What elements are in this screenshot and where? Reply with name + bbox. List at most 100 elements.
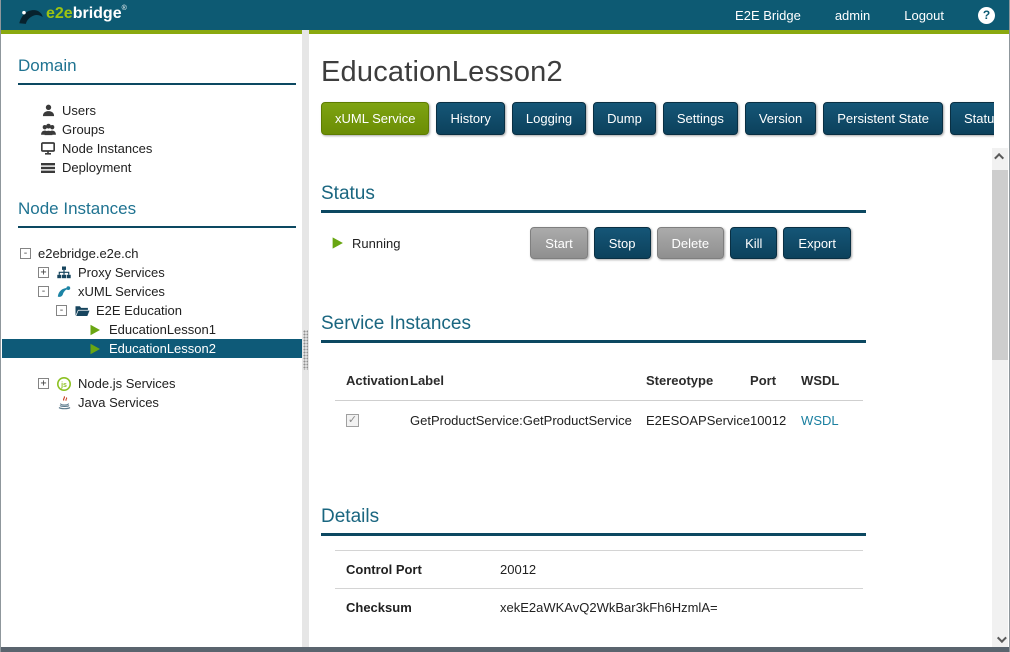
collapse-icon[interactable]: -	[38, 286, 49, 297]
sidebar-item-label: Groups	[62, 122, 105, 137]
sidebar-item-deployment[interactable]: Deployment	[2, 158, 302, 177]
service-state-label: Running	[352, 235, 401, 251]
sidebar-item-users[interactable]: Users	[2, 101, 302, 120]
top-nav: E2E Bridge admin Logout ?	[735, 6, 1009, 24]
user-menu[interactable]: admin	[835, 8, 870, 23]
chevron-down-icon	[996, 632, 1007, 643]
main-content: EducationLesson2 xUML Service History Lo…	[309, 34, 994, 647]
status-section-heading: Status	[321, 183, 866, 213]
tree-node-proxy-services[interactable]: + Proxy Services	[2, 263, 302, 282]
running-play-icon	[332, 237, 343, 249]
user-icon	[40, 104, 56, 118]
scroll-down-button[interactable]	[992, 631, 1008, 647]
expand-icon[interactable]: +	[38, 378, 49, 389]
app-window: e2ebridge® E2E Bridge admin Logout ? Dom…	[0, 0, 1010, 652]
logo-text-bridge: bridge	[72, 4, 122, 22]
activation-checkbox[interactable]: ✓	[346, 414, 359, 427]
domain-heading-rule	[18, 83, 296, 85]
tab-logging[interactable]: Logging	[511, 102, 587, 135]
delete-button[interactable]: Delete	[656, 227, 725, 259]
details-row: Checksum xekE2aWKAvQ2WkBar3kFh6HzmlA=	[335, 588, 863, 626]
stereotype-cell: E2ESOAPService	[646, 400, 751, 434]
tab-history[interactable]: History	[436, 102, 505, 135]
sidebar-item-label: Node Instances	[62, 141, 153, 156]
port-cell: 10012	[750, 400, 802, 434]
tab-persistent-state[interactable]: Persistent State	[823, 102, 943, 135]
tree-node-label: E2E Education	[96, 303, 183, 318]
tree-node-label: Proxy Services	[78, 265, 165, 280]
service-instances-heading: Service Instances	[321, 313, 866, 343]
sidebar-item-label: Users	[62, 103, 96, 118]
service-state: Running	[331, 236, 400, 251]
tree-node-label: xUML Services	[78, 284, 165, 299]
chevron-up-icon	[993, 152, 1004, 163]
xuml-icon	[56, 285, 72, 299]
tree-node-label: Node.js Services	[78, 376, 176, 391]
sidebar-item-node-instances[interactable]: Node Instances	[2, 139, 302, 158]
kill-button[interactable]: Kill	[730, 227, 778, 259]
nodejs-icon: js	[56, 376, 72, 391]
e2ebridge-logo: e2ebridge®	[19, 5, 127, 26]
service-instances-table: Activation Label Stereotype Port WSDL ✓ …	[335, 367, 863, 434]
scrollbar-thumb[interactable]	[992, 170, 1008, 360]
logout-link[interactable]: Logout	[904, 8, 944, 23]
export-button[interactable]: Export	[783, 227, 851, 259]
folder-open-icon	[74, 304, 90, 318]
wsdl-link[interactable]: WSDL	[801, 413, 839, 428]
tab-status[interactable]: Status	[950, 102, 994, 135]
tree-node-label: EducationLesson1	[109, 322, 216, 337]
tree-node-educationlesson1[interactable]: EducationLesson1	[2, 320, 302, 339]
logo-registered-mark: ®	[121, 4, 127, 12]
tab-bar: xUML Service History Logging Dump Settin…	[321, 102, 994, 135]
tab-dump[interactable]: Dump	[593, 102, 656, 135]
tree-node-e2e-education[interactable]: - E2E Education	[2, 301, 302, 320]
column-port: Port	[750, 373, 777, 388]
tree-node-educationlesson2-selected[interactable]: EducationLesson2	[2, 339, 302, 358]
help-icon[interactable]: ?	[978, 6, 995, 24]
divider-grip-icon[interactable]	[303, 330, 308, 370]
stop-button[interactable]: Stop	[593, 227, 651, 259]
vertical-scrollbar[interactable]	[992, 148, 1008, 647]
sidebar-item-groups[interactable]: Groups	[2, 120, 302, 139]
play-icon	[87, 323, 103, 337]
details-table: Control Port 20012 Checksum xekE2aWKAvQ2…	[335, 550, 863, 626]
page-title: EducationLesson2	[321, 56, 563, 88]
detail-label: Control Port	[335, 550, 500, 589]
domain-menu: Users Groups Node Instances Deployment	[2, 101, 302, 177]
svg-text:js: js	[60, 381, 67, 388]
tab-xuml-service[interactable]: xUML Service	[321, 102, 430, 135]
table-row: ✓ GetProductService:GetProductService E2…	[335, 400, 863, 434]
column-activation: Activation	[346, 373, 409, 388]
details-heading: Details	[321, 506, 866, 536]
detail-label: Checksum	[335, 588, 500, 626]
tree-node-nodejs-services[interactable]: + js Node.js Services	[2, 374, 302, 393]
column-stereotype: Stereotype	[646, 373, 714, 388]
column-wsdl: WSDL	[801, 373, 840, 388]
sidebar-item-label: Deployment	[62, 160, 132, 175]
collapse-icon[interactable]: -	[20, 248, 31, 259]
tab-version[interactable]: Version	[744, 102, 817, 135]
tree-node-root[interactable]: - e2ebridge.e2e.ch	[2, 244, 302, 263]
service-label-cell: GetProductService:GetProductService	[410, 400, 646, 434]
status-buttons: Start Stop Delete Kill Export	[530, 227, 851, 259]
domain-heading: Domain	[18, 56, 77, 75]
details-row: Control Port 20012	[335, 550, 863, 589]
collapse-icon[interactable]: -	[56, 305, 67, 316]
table-header-row: Activation Label Stereotype Port WSDL	[335, 367, 863, 401]
column-label: Label	[410, 373, 444, 388]
detail-value: 20012	[500, 550, 863, 589]
bottom-border-bar	[1, 647, 1009, 652]
tree-node-label: EducationLesson2	[109, 341, 216, 356]
sidebar: Domain Users Groups Node Instances Deplo…	[2, 34, 302, 647]
play-icon	[87, 342, 103, 356]
sidebar-resize-divider[interactable]	[302, 30, 309, 647]
scroll-up-button[interactable]	[992, 148, 1008, 164]
monitor-icon	[40, 142, 56, 156]
tree-node-java-services[interactable]: Java Services	[2, 393, 302, 412]
tab-settings[interactable]: Settings	[662, 102, 738, 135]
start-button[interactable]: Start	[530, 227, 588, 259]
tree-node-label: e2ebridge.e2e.ch	[38, 246, 139, 261]
tree-node-xuml-services[interactable]: - xUML Services	[2, 282, 302, 301]
expand-icon[interactable]: +	[38, 267, 49, 278]
node-instances-heading-rule	[18, 226, 296, 228]
